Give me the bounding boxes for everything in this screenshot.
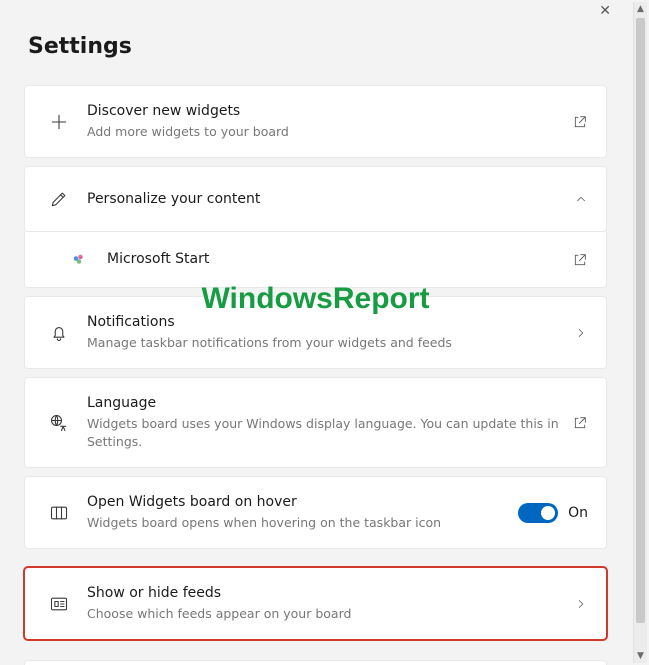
pencil-icon	[41, 189, 77, 209]
item-title: Discover new widgets	[87, 102, 560, 121]
item-microsoft-start[interactable]: Microsoft Start	[24, 232, 607, 288]
item-title: Language	[87, 394, 560, 413]
open-external-icon[interactable]	[572, 252, 588, 268]
item-subtitle: Add more widgets to your board	[87, 123, 560, 141]
scrollbar[interactable]: ▲ ▼	[633, 2, 647, 663]
scrollbar-down-arrow[interactable]: ▼	[634, 649, 647, 663]
page-title: Settings	[28, 34, 603, 59]
item-title: Show or hide feeds	[87, 584, 562, 603]
open-external-icon[interactable]	[572, 415, 588, 431]
item-show-hide-feeds[interactable]: Show or hide feeds Choose which feeds ap…	[24, 567, 607, 640]
feeds-icon	[41, 594, 77, 614]
chevron-up-icon[interactable]	[574, 192, 588, 206]
scrollbar-thumb[interactable]	[636, 18, 645, 623]
close-icon[interactable]: ✕	[599, 4, 611, 18]
item-title: Open Widgets board on hover	[87, 493, 506, 512]
hover-toggle[interactable]	[518, 503, 558, 523]
page-header: Settings	[0, 0, 631, 77]
item-title: Microsoft Start	[107, 250, 560, 269]
item-personalize-content[interactable]: Personalize your content	[24, 166, 607, 232]
chevron-right-icon[interactable]	[574, 326, 588, 340]
item-subtitle: Manage taskbar notifications from your w…	[87, 334, 562, 352]
microsoft-start-icon	[61, 251, 97, 269]
next-item-peek	[24, 660, 607, 665]
item-discover-widgets[interactable]: Discover new widgets Add more widgets to…	[24, 85, 607, 158]
plus-icon	[41, 112, 77, 132]
bell-icon	[41, 323, 77, 343]
item-title: Notifications	[87, 313, 562, 332]
hover-toggle-label: On	[568, 505, 588, 521]
item-subtitle: Widgets board uses your Windows display …	[87, 415, 560, 451]
item-open-on-hover: Open Widgets board on hover Widgets boar…	[24, 476, 607, 549]
scrollbar-up-arrow[interactable]: ▲	[634, 2, 647, 16]
item-language[interactable]: Language Widgets board uses your Windows…	[24, 377, 607, 468]
item-notifications[interactable]: Notifications Manage taskbar notificatio…	[24, 296, 607, 369]
open-external-icon[interactable]	[572, 114, 588, 130]
settings-list: Discover new widgets Add more widgets to…	[0, 77, 631, 640]
widgets-board-icon	[41, 503, 77, 523]
item-title: Personalize your content	[87, 190, 562, 209]
item-subtitle: Choose which feeds appear on your board	[87, 605, 562, 623]
chevron-right-icon[interactable]	[574, 597, 588, 611]
item-subtitle: Widgets board opens when hovering on the…	[87, 514, 506, 532]
globe-language-icon	[41, 413, 77, 433]
